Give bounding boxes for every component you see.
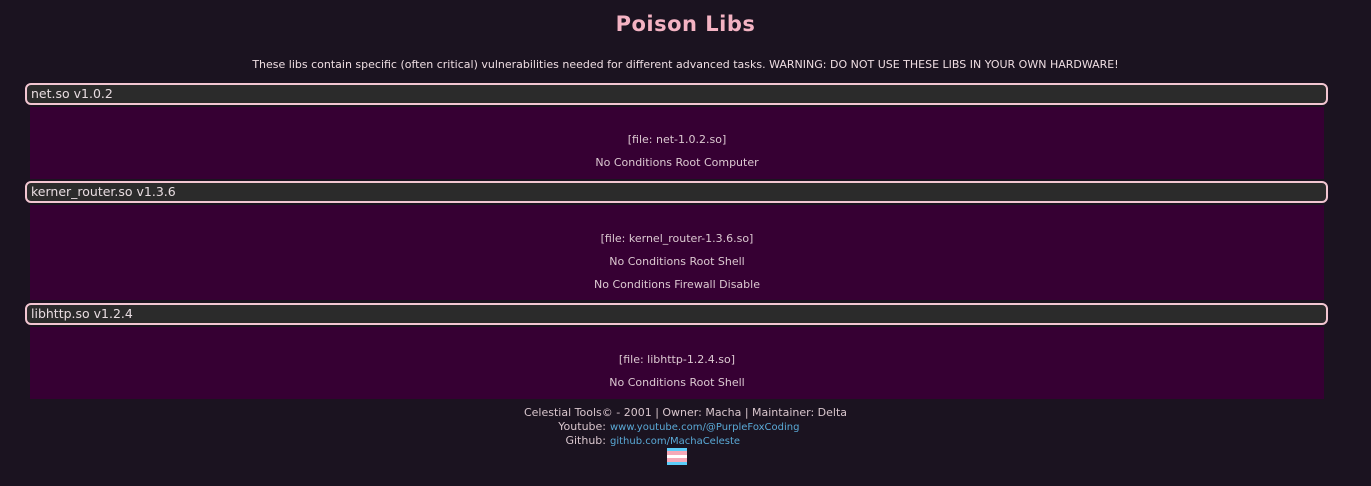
youtube-row: Youtube: www.youtube.com/@PurpleFoxCoding: [506, 420, 799, 433]
lib-panel-kerner-router: [file: kernel_router-1.3.6.so] No Condit…: [30, 205, 1324, 300]
lib-header-libhttp[interactable]: libhttp.so v1.2.4: [25, 303, 1328, 325]
flag-stripe: [667, 461, 687, 466]
footer-credits: Celestial Tools© - 2001 | Owner: Macha |…: [523, 406, 848, 419]
lib-file-label: [file: kernel_router-1.3.6.so]: [600, 232, 754, 245]
transgender-flag-icon: [667, 448, 687, 466]
page-subtitle: These libs contain specific (often criti…: [252, 58, 1119, 71]
lib-panel-libhttp: [file: libhttp-1.2.4.so] No Conditions R…: [30, 327, 1324, 399]
lib-exploit-item: No Conditions Root Computer: [595, 156, 759, 169]
github-link[interactable]: github.com/MachaCeleste: [610, 436, 740, 447]
lib-exploit-item: No Conditions Root Shell: [609, 255, 745, 268]
page-title: Poison Libs: [615, 12, 756, 36]
lib-file-label: [file: net-1.0.2.so]: [627, 133, 727, 146]
lib-exploit-item: No Conditions Root Shell: [609, 376, 745, 389]
lib-header-kerner-router[interactable]: kerner_router.so v1.3.6: [25, 181, 1328, 203]
lib-exploit-item: No Conditions Firewall Disable: [594, 278, 760, 291]
youtube-label: Youtube:: [558, 420, 606, 433]
lib-header-net[interactable]: net.so v1.0.2: [25, 83, 1328, 105]
lib-file-label: [file: libhttp-1.2.4.so]: [618, 353, 736, 366]
github-label: Github:: [565, 434, 606, 447]
lib-panel-net: [file: net-1.0.2.so] No Conditions Root …: [30, 107, 1324, 179]
github-row: Github: github.com/MachaCeleste: [506, 434, 740, 447]
youtube-link[interactable]: www.youtube.com/@PurpleFoxCoding: [610, 422, 799, 433]
